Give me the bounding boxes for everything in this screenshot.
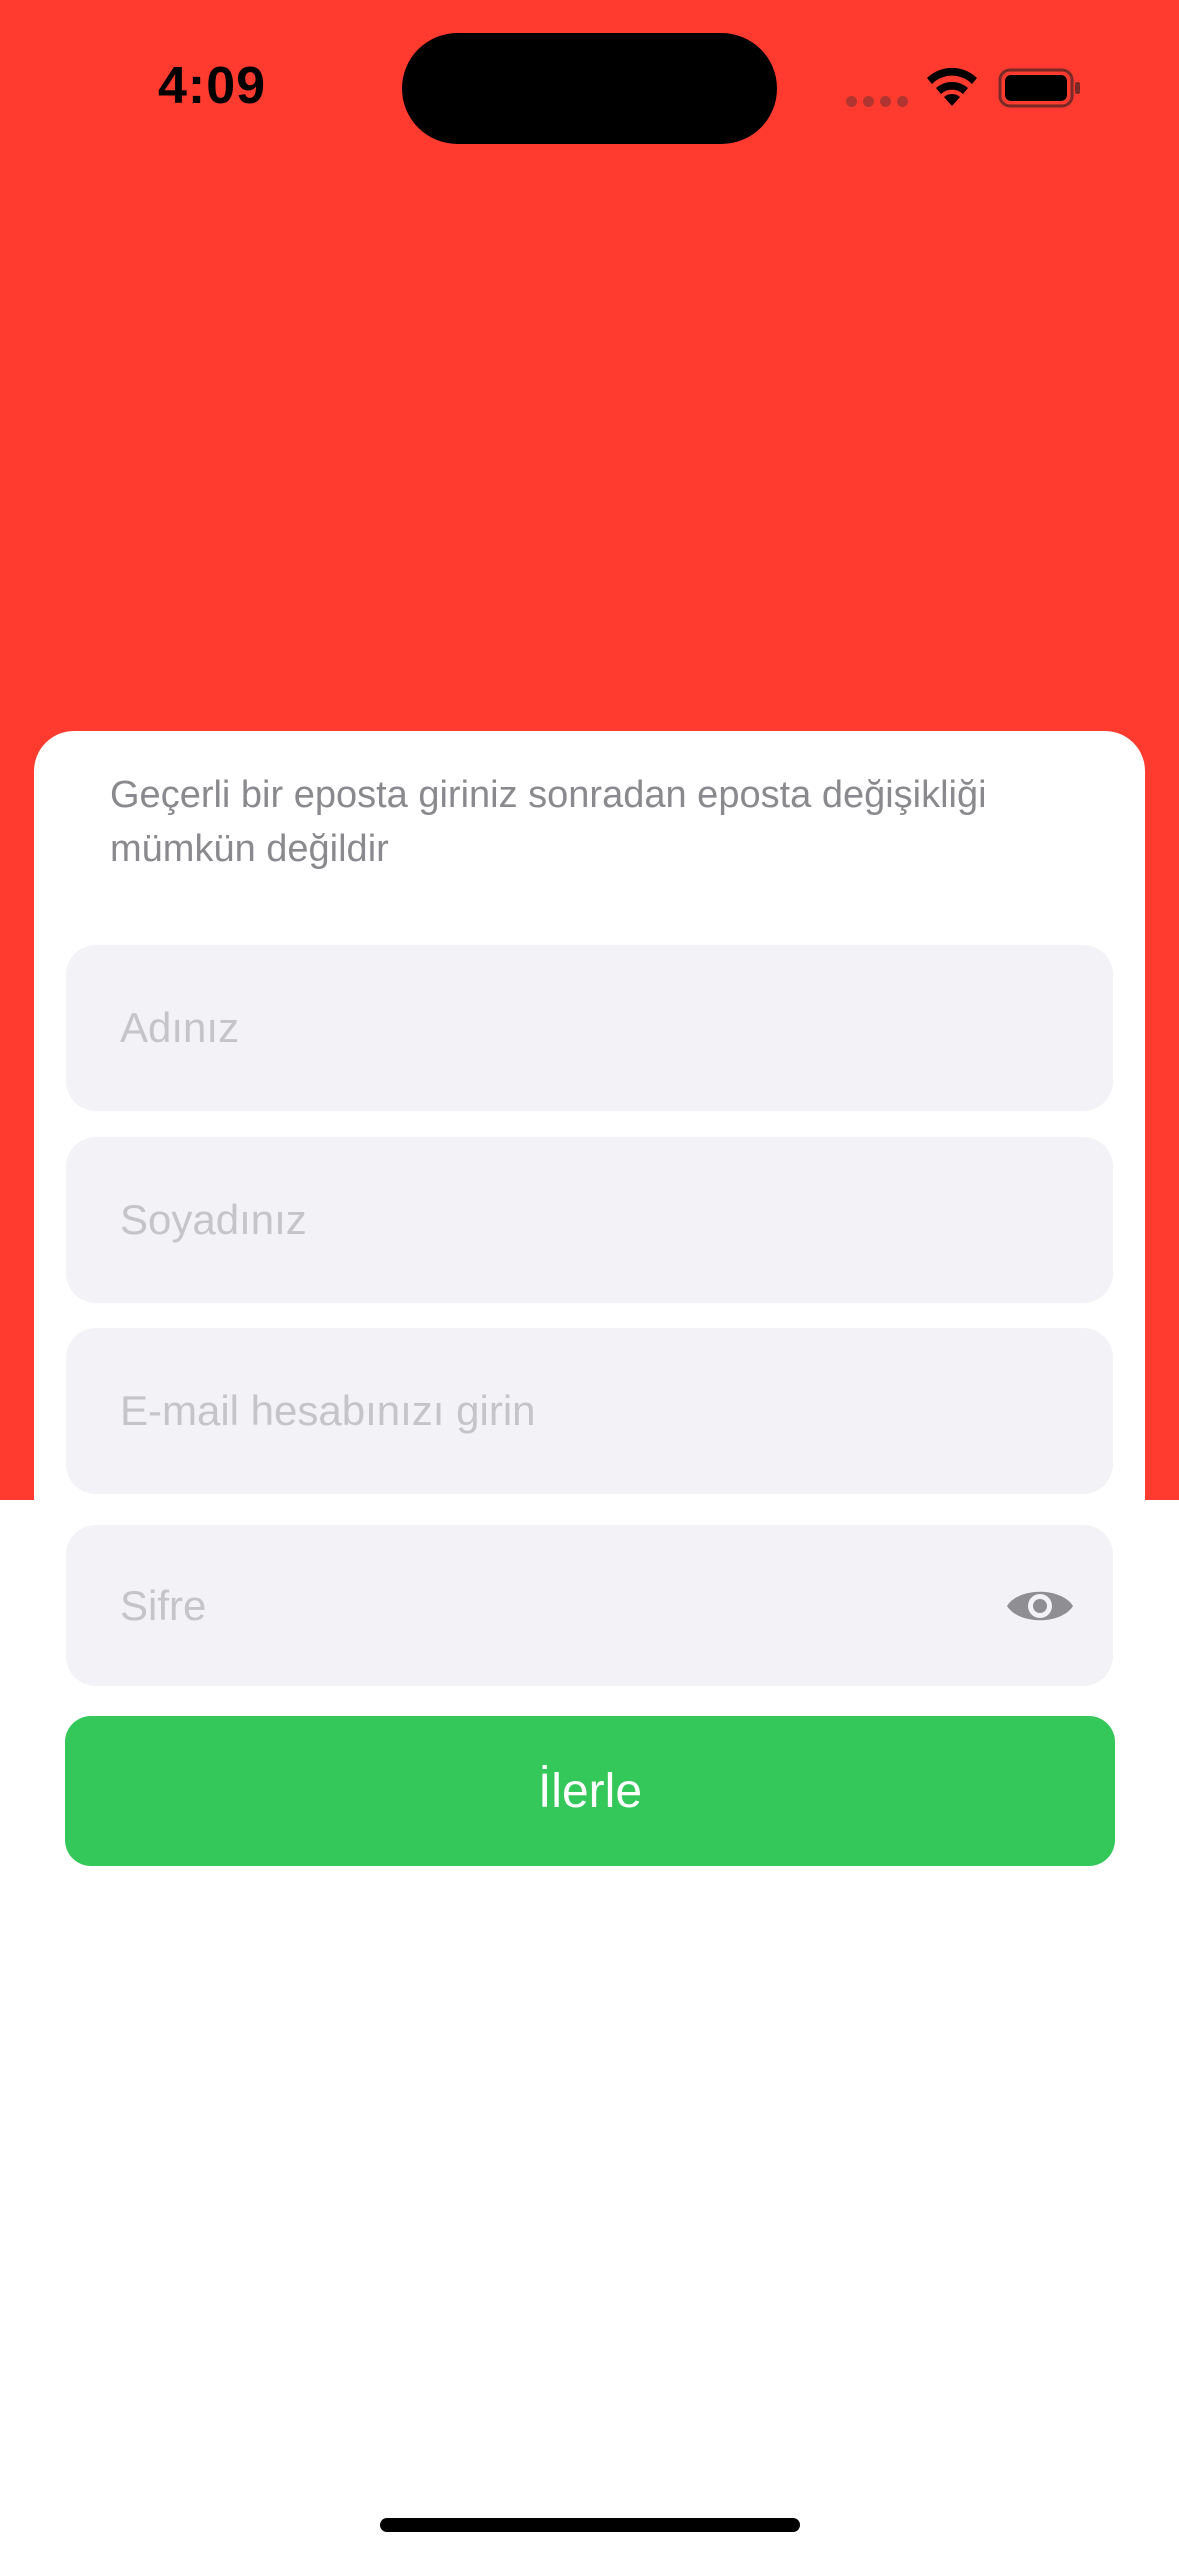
- cellular-signal-icon: [846, 96, 908, 107]
- wifi-icon: [927, 67, 977, 106]
- last-name-input[interactable]: [120, 1137, 1000, 1303]
- email-field[interactable]: [66, 1328, 1113, 1494]
- home-indicator: [380, 2518, 800, 2532]
- password-input[interactable]: [120, 1525, 1000, 1686]
- dynamic-island: [402, 33, 777, 144]
- continue-button[interactable]: İlerle: [65, 1716, 1115, 1866]
- email-input[interactable]: [120, 1328, 1000, 1494]
- last-name-field[interactable]: [66, 1137, 1113, 1303]
- first-name-input[interactable]: [120, 945, 1000, 1111]
- status-time: 4:09: [158, 57, 267, 115]
- register-screen: 4:09 Geçerli bir eposta giriniz sonradan…: [0, 0, 1179, 2556]
- password-field[interactable]: [66, 1525, 1113, 1686]
- eye-icon[interactable]: [1005, 1583, 1075, 1629]
- first-name-field[interactable]: [66, 945, 1113, 1111]
- battery-icon: [998, 68, 1080, 108]
- email-info-text: Geçerli bir eposta giriniz sonradan epos…: [110, 774, 987, 870]
